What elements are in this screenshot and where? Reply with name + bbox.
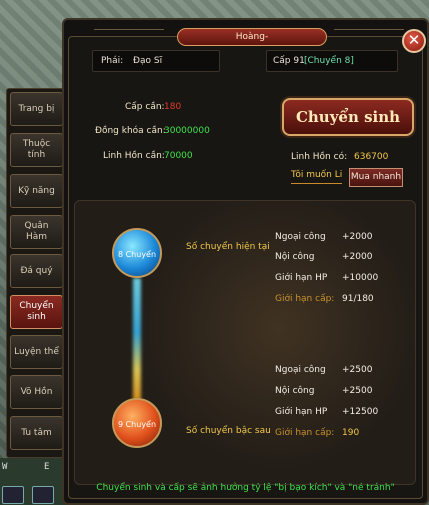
current-stat-label: Nội công [275,252,315,262]
sidebar-item-tu-tam[interactable]: Tu tâm [10,416,63,450]
rebirth-tag: [Chuyển 8] [304,56,354,66]
want-soul-link[interactable]: Tôi muốn Li [291,170,343,184]
next-orb-label: 9 Chuyển [117,420,157,429]
title-ornament [334,29,404,45]
skill-slot[interactable] [2,486,24,504]
hud-bottom-left: W E [0,458,70,505]
sidebar-item-quan-ham[interactable]: Quân Hàm [10,215,63,249]
faction-label: Phái: [101,56,124,66]
current-stat-label: Ngoại công [275,232,326,242]
close-button[interactable]: ✕ [402,29,426,53]
next-stat-value: +2500 [342,386,373,396]
sidebar-item-trang-bi[interactable]: Trang bị [10,92,63,126]
soul-owned-value: 636700 [354,152,389,162]
next-stat-label: Nội công [275,386,315,396]
current-stat-value: +2000 [342,252,373,262]
sidebar-item-label: Chuyển sinh [19,301,54,322]
sidebar: Trang bị Thuộc tính Kỹ năng Quân Hàm Đá … [6,88,64,458]
quick-buy-button[interactable]: Mua nhanh [349,168,403,187]
current-stat-label: Giới hạn cấp: [275,294,335,304]
sidebar-item-label: Thuộc tính [22,139,51,160]
current-stat-value: 91/180 [342,294,374,304]
next-rebirth-orb: 9 Chuyển [112,398,162,448]
next-stat-label: Giới hạn cấp: [275,428,335,438]
faction-value: Đạo Sĩ [133,56,163,66]
close-icon: ✕ [407,31,421,49]
next-stat-label: Giới hạn HP [275,407,328,417]
sidebar-item-ky-nang[interactable]: Kỹ năng [10,174,63,208]
window-title: Hoàng- [177,28,327,46]
current-stat-value: +10000 [342,273,379,283]
current-stat-value: +2000 [342,232,373,242]
w-label: W [2,462,8,472]
bound-copper-label: Đồng khóa cần: [95,126,166,136]
sidebar-item-da-quy[interactable]: Đá quý [10,254,63,288]
level-req-label: Cấp cần: [125,102,165,112]
sidebar-item-label: Đá quý [20,265,53,276]
faction-bar: Phái: Đạo Sĩ [92,50,220,72]
sidebar-item-label: Quân Hàm [24,221,49,242]
next-stat-label: Ngoại công [275,365,326,375]
e-label: E [44,462,50,472]
current-stat-label: Giới hạn HP [275,273,328,283]
energy-beam [133,278,141,400]
level-req-value: 180 [164,102,182,112]
level-label: Cấp 91 [273,56,305,66]
sidebar-item-label: Trang bị [18,103,55,114]
footer-note: Chuyển sinh và cấp sẽ ảnh hưởng tỷ lệ "b… [96,483,395,493]
rebirth-button[interactable]: Chuyển sinh [282,98,414,136]
next-caption: Số chuyển bậc sau [186,426,271,436]
soul-owned-label: Linh Hồn có: [291,152,348,162]
sidebar-item-label: Luyện thể [14,346,59,357]
sidebar-item-label: Tu tâm [21,427,52,438]
soul-req-value: 70000 [164,151,193,161]
sidebar-item-chuyen-sinh[interactable]: Chuyển sinh [10,295,63,329]
next-stat-value: +12500 [342,407,379,417]
sidebar-item-luyen-the[interactable]: Luyện thể [10,335,63,369]
level-bar: Cấp 91 [Chuyển 8] [266,50,398,72]
next-stat-value: +2500 [342,365,373,375]
title-ornament [94,29,164,45]
sidebar-item-label: Võ Hồn [20,386,53,397]
current-rebirth-orb: 8 Chuyển [112,228,162,278]
sidebar-item-label: Kỹ năng [18,185,55,196]
sidebar-item-thuoc-tinh[interactable]: Thuộc tính [10,133,63,167]
bound-copper-value: 30000000 [164,126,210,136]
current-caption: Số chuyển hiện tại [186,242,270,252]
soul-req-label: Linh Hồn cần: [103,151,165,161]
sidebar-item-vo-hon[interactable]: Võ Hồn [10,375,63,409]
next-stat-value: 190 [342,428,360,438]
skill-slot[interactable] [32,486,54,504]
current-orb-label: 8 Chuyển [117,250,157,259]
